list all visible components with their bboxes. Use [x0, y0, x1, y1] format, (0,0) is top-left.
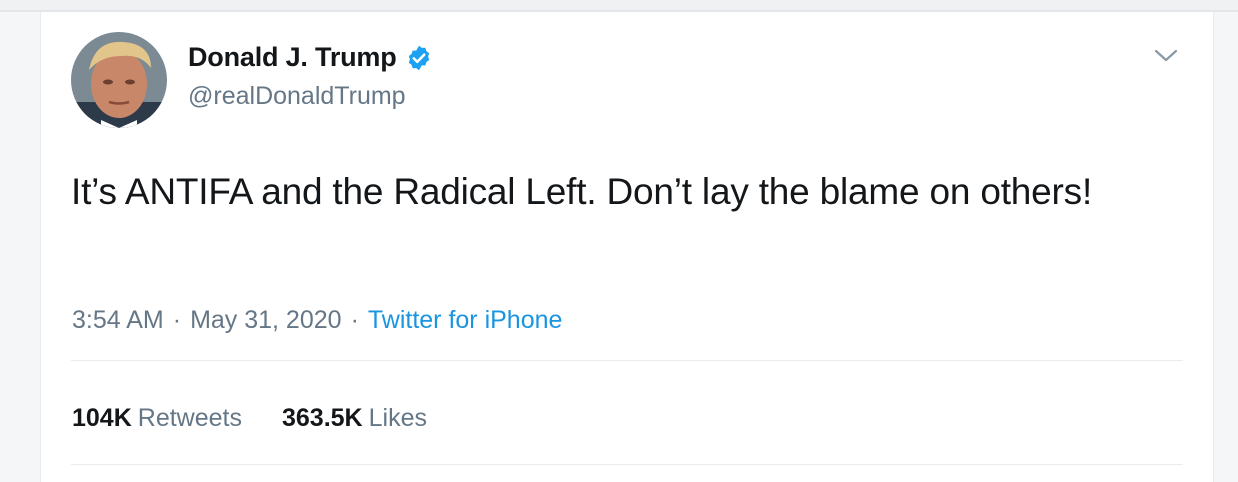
likes-stat[interactable]: 363.5K Likes	[282, 404, 427, 433]
tweet-time[interactable]: 3:54 AM	[72, 306, 164, 335]
divider	[71, 464, 1183, 465]
tweet-meta: 3:54 AM · May 31, 2020 · Twitter for iPh…	[72, 306, 562, 335]
verified-badge-icon	[405, 44, 433, 72]
likes-count: 363.5K	[281, 404, 363, 432]
tweet-card: Donald J. Trump @realDonaldTrump It’s AN…	[40, 12, 1214, 482]
retweets-label: Retweets	[137, 404, 242, 432]
meta-separator: ·	[350, 306, 359, 334]
author-display-name[interactable]: Donald J. Trump	[188, 42, 397, 73]
chevron-down-icon[interactable]	[1153, 48, 1179, 64]
author-handle[interactable]: @realDonaldTrump	[188, 82, 406, 111]
tweet-stats: 104K Retweets 363.5K Likes	[72, 404, 427, 433]
likes-label: Likes	[368, 404, 427, 432]
tweet-text: It’s ANTIFA and the Radical Left. Don’t …	[71, 171, 1093, 212]
author-name-row: Donald J. Trump	[188, 42, 433, 73]
avatar[interactable]	[71, 32, 167, 128]
retweets-count: 104K	[72, 404, 132, 432]
tweet-date[interactable]: May 31, 2020	[190, 306, 342, 335]
retweets-stat[interactable]: 104K Retweets	[72, 404, 242, 433]
meta-separator: ·	[172, 306, 182, 334]
divider	[71, 360, 1183, 361]
tweet-source-link[interactable]: Twitter for iPhone	[368, 306, 563, 335]
top-rule	[0, 0, 1238, 12]
